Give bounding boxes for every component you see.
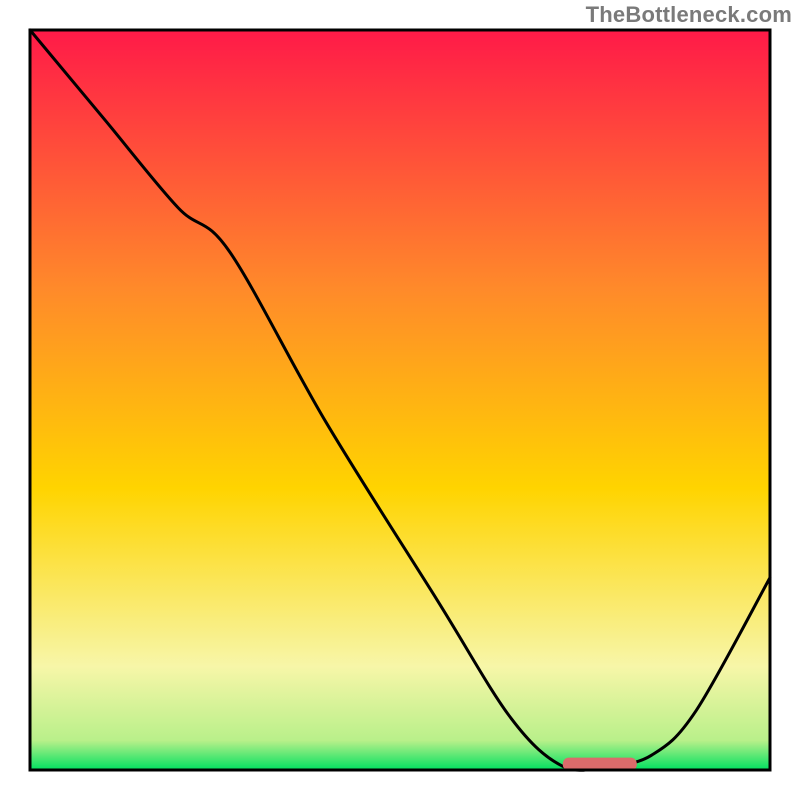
bottleneck-chart [0,0,800,800]
watermark-label: TheBottleneck.com [586,2,792,28]
gradient-background [30,30,770,770]
chart-container: TheBottleneck.com [0,0,800,800]
